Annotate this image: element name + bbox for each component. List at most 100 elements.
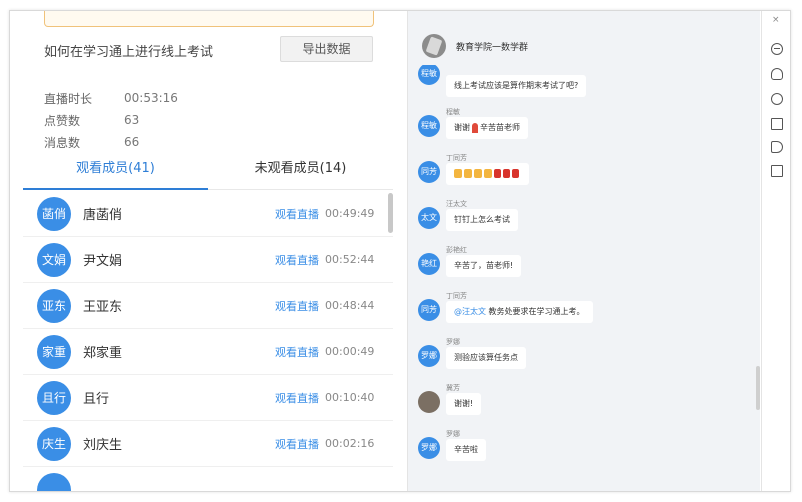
avatar: 太文 [418,207,440,229]
member-tabs: 观看成员(41) 未观看成员(14) [23,154,393,190]
avatar: 亚东 [37,288,71,323]
rose-icon [472,122,478,133]
avatar: 家重 [37,334,71,369]
message-bubble: 谢谢 辛苦苗老师 [446,117,528,139]
sender-name: 丁同芳 [446,154,467,162]
message-text: 教务处要求在学习通上考。 [486,307,585,316]
group-name: 教育学院一数学群 [456,42,529,53]
list-item[interactable]: 菡俏 唐菡俏 观看直播 00:49:49 [23,191,393,237]
avatar: 文娟 [37,242,71,277]
avatar: 且行 [37,380,71,415]
member-list: 菡俏 唐菡俏 观看直播 00:49:49 文娟 尹文娟 观看直播 00:52:4… [23,191,393,491]
stat-duration: 直播时长 00:53:16 [44,87,178,109]
watch-time: 00:49:49 [325,207,375,220]
medal-icon [503,169,510,178]
stat-label: 消息数 [44,135,81,150]
avatar: 同芳 [418,161,440,183]
stat-likes: 点赞数 63 [44,109,178,131]
watch-time: 00:48:44 [325,299,375,312]
chat-scrollbar[interactable] [756,366,760,410]
watch-time: 00:52:44 [325,253,375,266]
stat-value: 63 [124,113,140,127]
side-toolbar [761,11,790,491]
stat-label: 点赞数 [44,113,81,128]
watch-status: 观看直播 [275,437,319,451]
stat-label: 直播时长 [44,91,93,106]
notice-banner [44,11,374,27]
message-text: 谢谢 [454,123,470,132]
thumbs-up-icon [464,169,472,178]
stat-value: 00:53:16 [124,91,178,105]
mention[interactable]: @汪太文 [454,307,486,316]
stat-messages: 消息数 66 [44,131,178,153]
user-icon[interactable] [771,68,783,80]
tab-watched-members[interactable]: 观看成员(41) [23,154,208,190]
watch-status: 观看直播 [275,207,319,221]
message-bubble: @汪太文 教务处要求在学习通上考。 [446,301,593,323]
avatar: 程敏 [418,65,440,85]
watch-status: 观看直播 [275,253,319,267]
watch-time: 00:10:40 [325,391,375,404]
list-item[interactable]: 家重 郑家重 观看直播 00:00:49 [23,329,393,375]
minimize-icon[interactable] [771,43,783,55]
message-bubble: 辛苦了，苗老师! [446,255,522,277]
group-avatar [422,34,446,58]
megaphone-icon[interactable] [771,141,783,153]
medal-icon [512,169,519,178]
member-name: 尹文娟 [83,254,123,269]
list-item[interactable]: 庆生 刘庆生 观看直播 00:02:16 [23,421,393,467]
watch-status: 观看直播 [275,299,319,313]
sender-name: 罗娜 [446,338,460,346]
thumbs-up-icon [454,169,462,178]
watch-time: 00:02:16 [325,437,375,450]
export-data-button[interactable]: 导出数据 [280,36,373,62]
thumbs-up-icon [474,169,482,178]
member-name: 且行 [83,392,110,407]
chat-header: 教育学院一数学群 [408,29,761,63]
watch-status: 观看直播 [275,391,319,405]
avatar: 程敏 [418,115,440,137]
gift-icon[interactable] [771,165,783,177]
avatar: 罗娜 [418,437,440,459]
medal-icon [494,169,501,178]
sender-name: 罗娜 [446,430,460,438]
folder-icon[interactable] [771,118,783,130]
course-title: 如何在学习通上进行线上考试 [44,45,214,60]
avatar: 庆生 [37,426,71,461]
group-chat-panel: 教育学院一数学群 程敏 线上考试应该是算作期末考试了吧? 程敏 程敏 谢谢 辛苦苗… [407,11,760,491]
close-icon[interactable]: × [772,15,780,25]
sender-name: 程敏 [446,108,460,116]
watch-time: 00:00:49 [325,345,375,358]
sender-name: 丁同芳 [446,292,467,300]
sender-name: 冀芳 [446,384,460,392]
chat-message-list: 程敏 线上考试应该是算作期末考试了吧? 程敏 程敏 谢谢 辛苦苗老师 同芳 丁同芳… [408,65,761,491]
avatar: 罗娜 [418,345,440,367]
avatar: 同芳 [418,299,440,321]
message-bubble: 谢谢! [446,393,482,415]
member-name: 唐菡俏 [83,208,123,223]
message-bubble: 钉钉上怎么考试 [446,209,518,231]
list-item[interactable] [23,467,393,491]
avatar [418,391,440,413]
list-item[interactable]: 亚东 王亚东 观看直播 00:48:44 [23,283,393,329]
member-name: 郑家重 [83,346,123,361]
sender-name: 汪太文 [446,200,467,208]
list-item[interactable]: 且行 且行 观看直播 00:10:40 [23,375,393,421]
clock-icon[interactable] [771,93,783,105]
member-name: 王亚东 [83,300,123,315]
stat-value: 66 [124,135,140,149]
member-list-scrollbar[interactable] [388,193,393,233]
thumbs-up-icon [484,169,492,178]
message-text: 辛苦苗老师 [480,123,520,132]
member-name: 刘庆生 [83,438,123,453]
live-stats: 直播时长 00:53:16 点赞数 63 消息数 66 [44,87,178,153]
message-bubble: 辛苦啦 [446,439,486,461]
sender-name: 彭艳红 [446,246,467,254]
list-item[interactable]: 文娟 尹文娟 观看直播 00:52:44 [23,237,393,283]
watch-status: 观看直播 [275,345,319,359]
avatar: 菡俏 [37,196,71,231]
live-stats-panel: 如何在学习通上进行线上考试 导出数据 直播时长 00:53:16 点赞数 63 … [10,11,406,491]
message-bubble: 线上考试应该是算作期末考试了吧? [446,75,587,97]
tab-unwatched-members[interactable]: 未观看成员(14) [208,154,393,189]
message-bubble: 测验应该算任务点 [446,347,526,369]
